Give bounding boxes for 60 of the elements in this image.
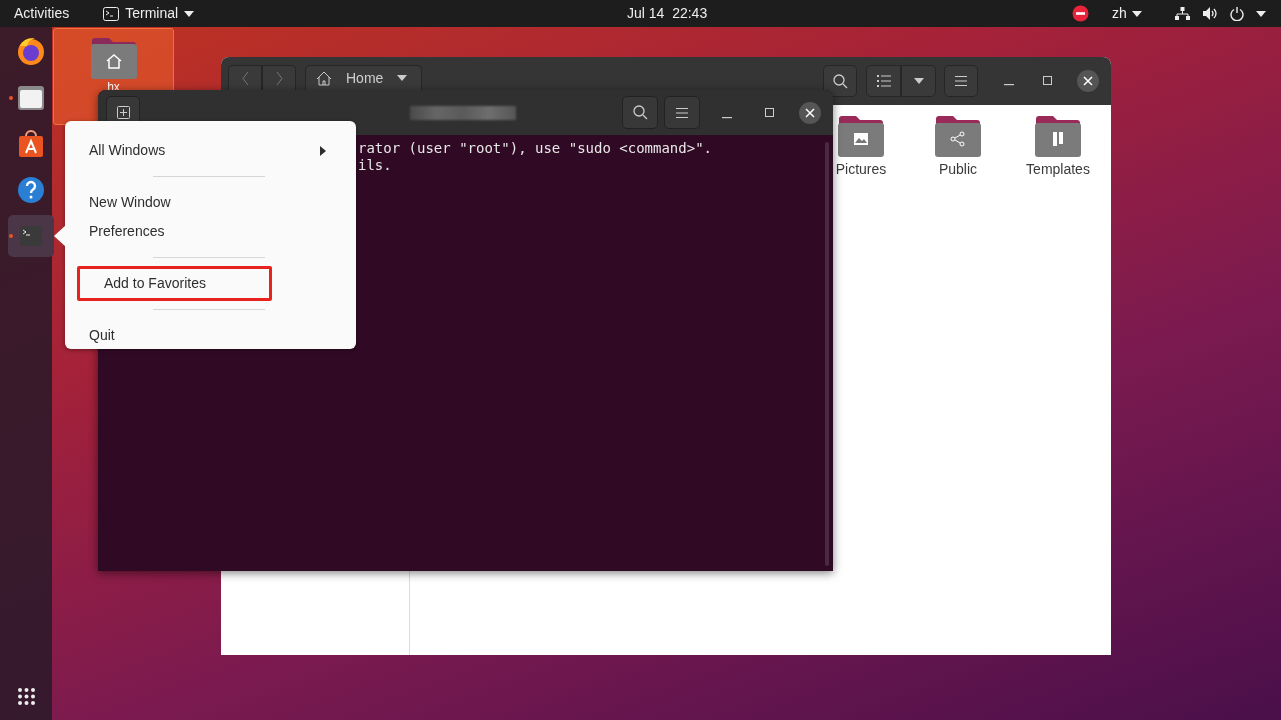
- folder-icon: [837, 115, 885, 157]
- terminal-output-line: rator (user "root"), use "sudo <command>".: [358, 140, 712, 157]
- menu-button[interactable]: [664, 96, 700, 129]
- list-icon: [876, 75, 891, 87]
- folder-item[interactable]: Templates: [1013, 115, 1103, 180]
- folder-label: Pictures: [835, 160, 887, 179]
- folder-icon: [1034, 115, 1082, 157]
- app-menu-label: Terminal: [125, 4, 179, 23]
- folder-label: Public: [938, 160, 978, 179]
- network-icon[interactable]: [1175, 7, 1190, 20]
- maximize-icon[interactable]: [1043, 76, 1052, 85]
- caret-icon: [1131, 10, 1142, 17]
- menu-item[interactable]: Preferences: [65, 217, 356, 246]
- app-grid-icon[interactable]: [18, 688, 35, 705]
- volume-icon[interactable]: [1203, 7, 1218, 20]
- minimize-icon[interactable]: [722, 117, 732, 119]
- caret-icon: [184, 10, 195, 17]
- running-indicator: [9, 234, 13, 238]
- menu-item[interactable]: Add to Favorites: [77, 266, 272, 301]
- folder-label: Templates: [1026, 160, 1090, 179]
- app-menu[interactable]: Terminal: [103, 3, 195, 24]
- close-icon[interactable]: [799, 102, 821, 124]
- search-icon: [632, 105, 648, 120]
- caret-icon: [913, 78, 924, 84]
- search-button[interactable]: [622, 96, 658, 129]
- help-icon: [15, 174, 47, 206]
- browser-icon: [15, 36, 47, 68]
- chevron-left-icon: [241, 71, 249, 85]
- activities-button[interactable]: Activities: [14, 3, 70, 24]
- power-icon[interactable]: [1230, 6, 1244, 21]
- menu-item[interactable]: All Windows: [65, 136, 356, 165]
- caret-icon: [397, 75, 408, 81]
- clock[interactable]: Jul 14 22:43: [627, 3, 708, 24]
- menu-item[interactable]: Quit: [65, 321, 356, 350]
- search-button[interactable]: [823, 65, 857, 97]
- chevron-right-icon: [275, 71, 283, 85]
- location-button[interactable]: Home: [305, 65, 422, 90]
- running-indicator: [9, 96, 13, 100]
- menu-icon: [955, 76, 967, 86]
- terminal-icon: [103, 6, 120, 21]
- minimize-icon[interactable]: [1004, 84, 1014, 86]
- folder-icon: [934, 115, 982, 157]
- view-options-button[interactable]: [901, 65, 936, 97]
- folder-item[interactable]: Public: [913, 115, 1003, 180]
- keyboard-layout-menu[interactable]: zh: [1112, 3, 1142, 24]
- scrollbar[interactable]: [825, 142, 829, 566]
- caret-icon[interactable]: [1256, 10, 1266, 17]
- home-folder-icon: [89, 37, 138, 79]
- maximize-icon[interactable]: [765, 108, 774, 117]
- search-icon: [832, 73, 848, 89]
- new-tab-icon: [116, 105, 130, 119]
- terminal-output-line: ils.: [358, 157, 393, 174]
- folder-item[interactable]: Pictures: [833, 115, 889, 180]
- do-not-disturb-icon[interactable]: [1072, 5, 1089, 22]
- home-icon: [316, 70, 332, 86]
- menu-item[interactable]: New Window: [65, 188, 356, 217]
- close-icon[interactable]: [1077, 70, 1099, 92]
- list-view-button[interactable]: [866, 65, 901, 97]
- menu-icon: [676, 107, 688, 118]
- menu-button[interactable]: [944, 65, 978, 97]
